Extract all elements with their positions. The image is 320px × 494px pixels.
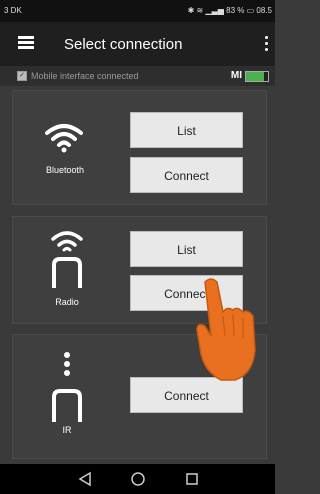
battery-indicator [245,71,269,82]
app-bar: Select connection [0,22,275,66]
recents-icon[interactable] [185,471,199,487]
page-title: Select connection [64,36,183,53]
radio-list-button[interactable]: List [130,231,243,267]
wifi-status-icon: ≋ [196,6,204,15]
status-bar: 3 DK ✱ ≋ ▁▃▅ 83 % ▭ 08.5 [0,0,275,22]
nav-bar [0,464,275,494]
battery-percent: 83 % [226,6,245,15]
pointing-hand-icon [196,278,256,381]
bluetooth-list-button[interactable]: List [130,112,243,148]
device-label-radio: Radio [55,297,79,307]
back-icon[interactable] [78,471,92,487]
device-label-ir: IR [62,425,72,435]
bluetooth-connect-button[interactable]: Connect [130,157,243,193]
interface-label: Mobile interface connected [31,71,139,81]
battery-status-icon: ▭ [246,6,255,15]
interface-checkbox[interactable]: ✓ [17,71,27,81]
signal-icon: ▁▃▅ [205,6,224,15]
radio-device-icon [51,231,83,288]
device-label-bluetooth: Bluetooth [45,165,85,175]
home-icon[interactable] [130,471,146,487]
status-left-text: 3 DK [4,6,22,15]
hamburger-menu-icon[interactable] [18,36,34,50]
panel-bluetooth: Bluetooth List Connect [12,90,267,205]
ir-device-icon [52,352,82,422]
more-vert-icon[interactable] [265,36,269,52]
interface-badge: MI [230,70,242,81]
wifi-icon [45,124,83,153]
interface-status-bar: ✓ Mobile interface connected MI [0,66,275,86]
status-right: ✱ ≋ ▁▃▅ 83 % ▭ 08.5 [188,6,272,15]
clock: 08.5 [256,6,272,15]
bluetooth-status-icon: ✱ [187,6,195,15]
